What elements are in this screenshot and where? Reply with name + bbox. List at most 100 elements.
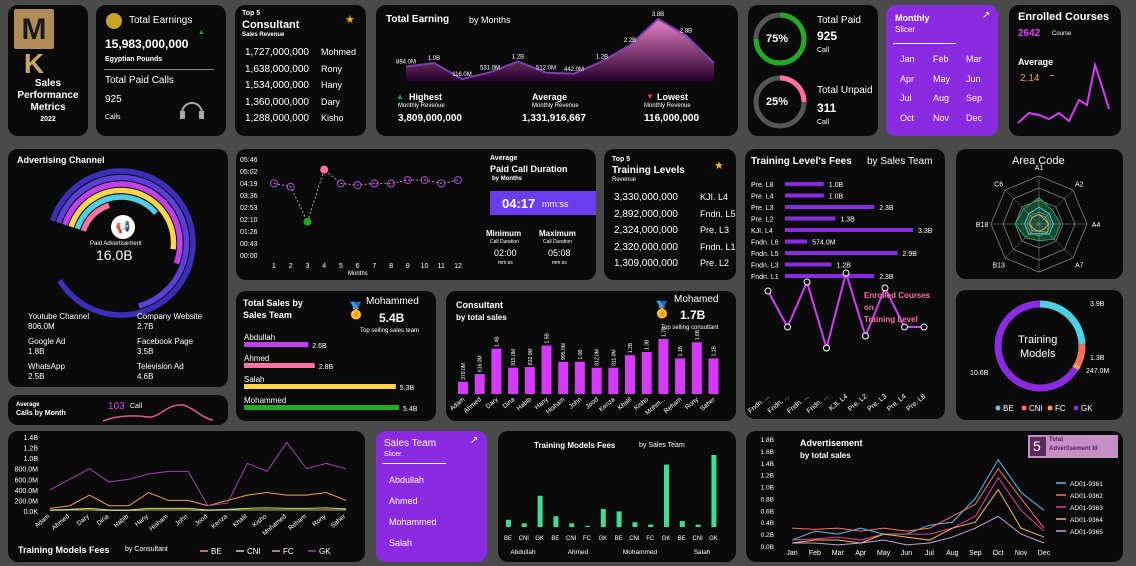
enrolled-level-point (823, 344, 830, 352)
expand-icon[interactable]: ↗ (470, 435, 478, 446)
monthly-slicer[interactable]: Monthly Slicer ↗ Jan Feb Mar Apr May Jun Jul Au… (886, 5, 998, 136)
month-item-dec[interactable]: Dec (966, 113, 982, 123)
enrolled-level-title-1: Enrolled Courses (864, 291, 931, 300)
consultant-bar (524, 367, 535, 394)
advertising-card: Advertising Channel 📢 Paid Advertisement… (8, 149, 228, 387)
mft-bar (616, 511, 622, 527)
month-item-mar[interactable]: Mar (966, 54, 982, 64)
team-slicer-item-abdullah[interactable]: Abdullah (389, 475, 424, 485)
models-fees-team-card: Training Models Fees by Sales Team BE CNI… (498, 431, 736, 562)
earning-data-label: 116.0M (452, 72, 472, 78)
ad-y-tick: 1.0B (761, 485, 774, 492)
calls-sparkline (102, 404, 214, 422)
ad-legend-label: AD01-9365 (1070, 529, 1103, 536)
ad-y-tick: 0.8B (761, 496, 774, 503)
training-row-value: 3,330,000,000 (614, 192, 678, 203)
sales-team-chart: Abdullah 2.6B Ahmed 2.8B Salah 5.3B Mohammed 5.… (244, 333, 418, 413)
enrolled-level-x-tick: KJI. L4 (828, 393, 849, 412)
duration-x-tick: 1 (272, 263, 276, 270)
month-item-nov[interactable]: Nov (933, 113, 949, 123)
mbc-x-tick: Hisham (148, 513, 169, 533)
ad-y-tick: 1.2B (761, 473, 774, 480)
star-icon: ★ (345, 14, 355, 26)
team-slicer-item-ahmed[interactable]: Ahmed (389, 496, 418, 506)
consultant-bar-label: 1.1B (678, 345, 684, 356)
max-unit: mm:ss (552, 260, 567, 266)
unpaid-value: 311 (817, 101, 837, 115)
ad-y-tick: 1.8B (761, 437, 774, 444)
earning-data-label: 2.2B (624, 38, 636, 44)
enrolled-sparkline (1017, 61, 1110, 124)
ad-x-tick: Apr (855, 550, 867, 557)
month-item-apr[interactable]: Apr (900, 74, 914, 84)
enrolled-level-point (920, 323, 928, 331)
month-item-oct[interactable]: Oct (900, 113, 914, 123)
team-bar (244, 363, 315, 368)
expand-icon[interactable]: ↗ (982, 10, 990, 21)
ad-y-tick: 1.4B (761, 461, 774, 468)
mft-group-label: Ahmed (568, 549, 589, 556)
mbc-x-tick: Kisho (251, 513, 268, 529)
earning-data-label: 1.2B (512, 54, 524, 60)
mft-bar (664, 464, 669, 527)
consultant-bar (641, 351, 652, 394)
duration-y-tick: 05:46 (240, 157, 258, 164)
model-legend-label: BE (1003, 404, 1014, 413)
level-bar-label: 1.3B (840, 217, 855, 224)
month-item-jul[interactable]: Jul (900, 93, 912, 103)
consultant-bar-label: 812.0M (595, 349, 601, 366)
month-item-sep[interactable]: Sep (966, 93, 982, 103)
level-bar-label: 1.0B (829, 182, 844, 189)
team-slicer-item-mohammed[interactable]: Mohammed (389, 517, 437, 527)
consultant-bar-label: 379.0M (461, 363, 467, 380)
enrolled-level-point (842, 269, 850, 277)
mbc-series-line (49, 491, 347, 509)
month-item-jun[interactable]: Jun (966, 74, 981, 84)
level-bar-label: 2.9B (902, 251, 917, 258)
mbc-x-tick: Rony (311, 513, 328, 529)
month-item-may[interactable]: May (933, 74, 950, 84)
level-label: Fndn. L5 (751, 251, 779, 258)
level-label: Pre. L3 (751, 205, 774, 212)
slicer-sub: Slicer (384, 451, 402, 458)
consultant-x-tick: Habib (516, 396, 534, 413)
level-label: Fndn. L6 (751, 240, 779, 247)
radar-series (1014, 196, 1062, 242)
sales-team-slicer[interactable]: Sales Team Slicer ↗ Abdullah Ahmed Mohamme… (376, 431, 487, 562)
consultant-x-tick: Kenza (598, 396, 617, 413)
level-bar (785, 228, 913, 232)
team-bar (244, 342, 309, 347)
enrolled-level-title-2: on (864, 303, 874, 312)
channel-name: Google Ad (28, 337, 66, 346)
duration-title: Paid Call Duration (490, 164, 568, 174)
enrolled-level-x-tick: Pre. L2 (847, 393, 869, 413)
level-fees-card: Training Level's Fees by Sales Team Pre.… (745, 149, 945, 419)
team-bar-label: 5.4B (403, 406, 418, 413)
month-item-aug[interactable]: Aug (933, 93, 949, 103)
mft-x-tick: FC (646, 536, 655, 542)
megaphone-icon: 📢 (111, 215, 135, 239)
team-slicer-item-salah[interactable]: Salah (389, 538, 412, 548)
level-bar (785, 193, 824, 198)
earning-data-label: 442.0M (564, 67, 584, 73)
consultant-bar-label: 1.0B (578, 349, 584, 360)
level-label: Fndn. L1 (751, 274, 779, 281)
duration-y-tick: 00:00 (240, 253, 258, 260)
mft-group-label: Salah (694, 549, 711, 556)
mbc-x-tick: Ahmed (51, 513, 72, 532)
month-item-feb[interactable]: Feb (933, 54, 949, 64)
level-bar-label: 1.0B (829, 194, 844, 201)
mbc-x-tick: Habib (113, 513, 131, 530)
consultant-row-value: 1,288,000,000 (245, 113, 309, 124)
mft-x-tick: CNI (566, 536, 577, 542)
model-slice-label: 247.0M (1086, 368, 1110, 375)
duration-x-tick: 10 (421, 263, 429, 270)
mbc-x-tick: Dina (96, 513, 111, 527)
month-item-jan[interactable]: Jan (900, 54, 915, 64)
enrolled-level-x-tick: Pre. L3 (866, 393, 888, 413)
training-row-name: Pre. L3 (700, 225, 730, 235)
channel-value: 2.7B (137, 322, 154, 331)
ad-x-tick: Jun (901, 550, 912, 557)
consultant-bar-label: 815.0M (511, 349, 517, 366)
models-title: Training (1018, 334, 1058, 346)
